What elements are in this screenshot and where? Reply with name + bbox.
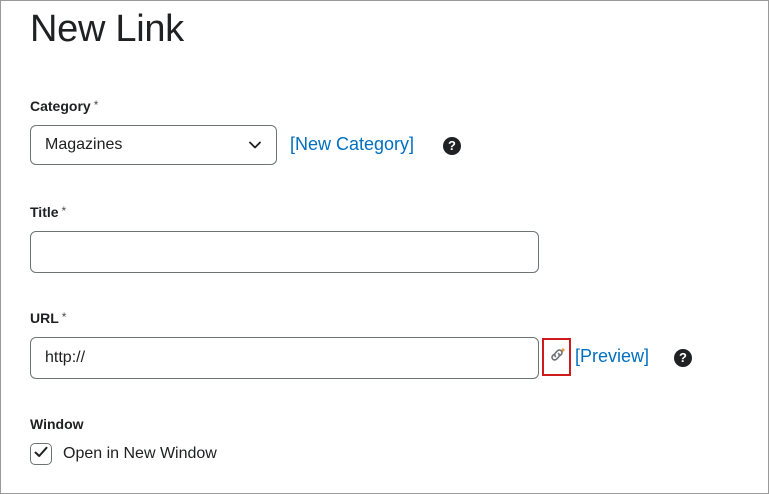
- chevron-down-icon: [248, 138, 262, 152]
- page-title: New Link: [30, 8, 184, 50]
- title-label: Title *: [30, 204, 66, 220]
- checkmark-icon: [34, 445, 48, 463]
- open-in-new-window-label[interactable]: Open in New Window: [63, 445, 217, 463]
- help-icon[interactable]: ?: [674, 349, 692, 367]
- url-label: URL *: [30, 310, 66, 326]
- category-select[interactable]: Magazines: [30, 125, 277, 165]
- title-input[interactable]: [30, 231, 539, 273]
- url-input[interactable]: [30, 337, 539, 379]
- preview-link[interactable]: [Preview]: [575, 346, 649, 367]
- category-select-value: Magazines: [45, 136, 123, 153]
- window-label: Window: [30, 416, 84, 432]
- link-icon: [547, 345, 567, 370]
- link-picker-button[interactable]: [542, 338, 571, 376]
- category-label-text: Category: [30, 98, 91, 114]
- dialog-frame: New Link Category * Magazines [New Catego…: [0, 0, 769, 494]
- required-mark: *: [61, 310, 67, 324]
- url-label-text: URL: [30, 310, 59, 326]
- help-icon[interactable]: ?: [443, 137, 461, 155]
- category-label: Category *: [30, 98, 98, 114]
- new-category-link[interactable]: [New Category]: [290, 134, 414, 155]
- open-in-new-window-checkbox[interactable]: [30, 443, 52, 465]
- title-label-text: Title: [30, 204, 59, 220]
- required-mark: *: [61, 204, 67, 218]
- required-mark: *: [93, 98, 99, 112]
